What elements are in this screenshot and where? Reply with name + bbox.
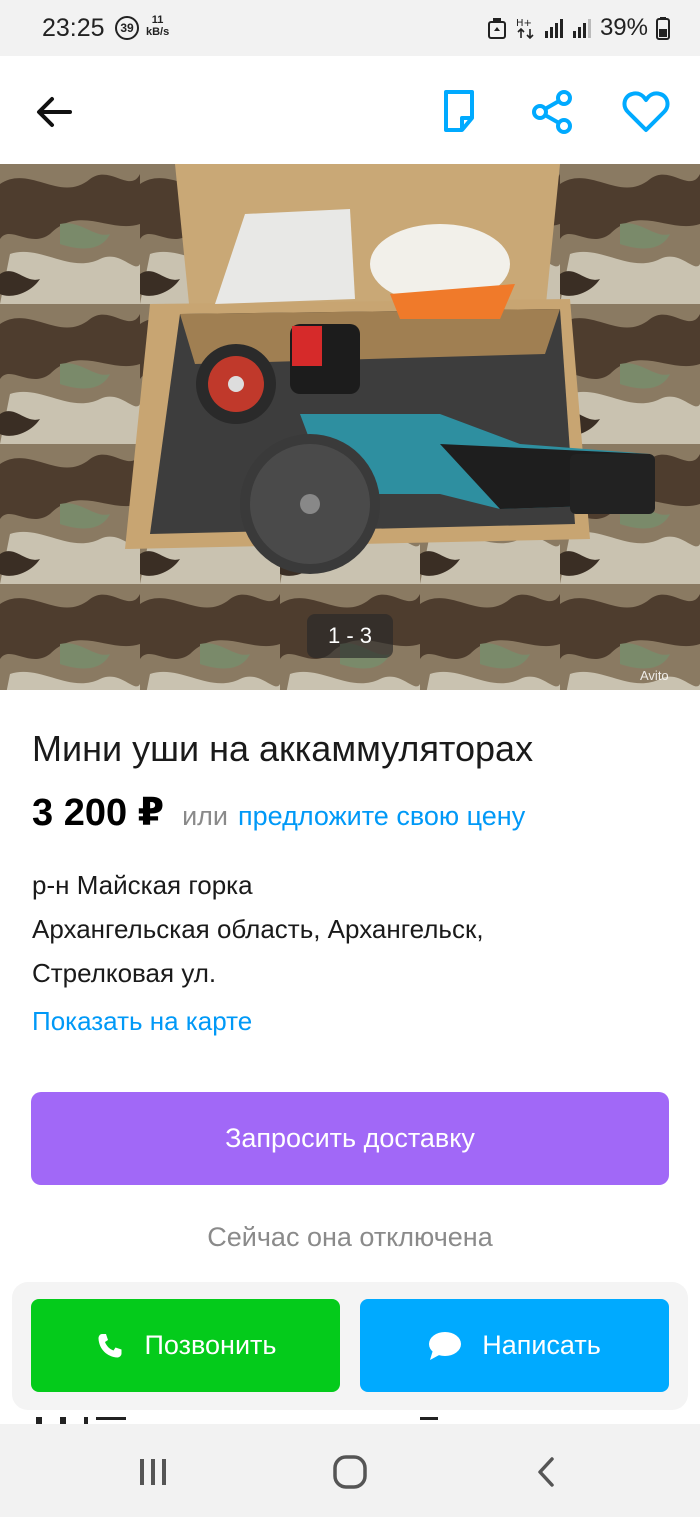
cutoff-content-edge [0, 1412, 700, 1424]
battery-percent: 39% [599, 14, 648, 41]
message-button[interactable]: Написать [360, 1299, 669, 1392]
battery-icon [656, 17, 670, 40]
heart-icon[interactable] [620, 86, 672, 138]
recycle-icon [487, 18, 506, 39]
status-time: 23:25 [42, 14, 105, 42]
home-icon[interactable] [332, 1454, 368, 1490]
listing-title: Мини уши на аккаммуляторах [32, 728, 534, 769]
back-chevron-icon[interactable] [532, 1454, 562, 1490]
offer-price-link[interactable]: предложите свою цену [238, 801, 525, 832]
district-text: р-н Майская горка [32, 870, 253, 900]
notification-count-badge: 39 [115, 16, 139, 40]
signal-icon [544, 19, 563, 38]
chat-bubble-icon [429, 1331, 462, 1360]
arrow-left-icon[interactable] [30, 88, 78, 136]
address-line-2: Стрелковая ул. [32, 958, 217, 988]
status-right-group: H+ 39% [486, 14, 670, 42]
watermark-logo: Avito [640, 668, 669, 683]
network-speed: 11 kB/s [146, 14, 169, 38]
network-speed-unit: kB/s [146, 26, 170, 38]
call-button-label: Позвонить [144, 1330, 277, 1360]
show-on-map-link[interactable]: Показать на карте [32, 1006, 252, 1037]
listing-price: 3 200 ₽ [32, 792, 165, 834]
price-or-text: или [182, 801, 229, 831]
gallery-counter: 1 - 3 [307, 614, 393, 658]
cutoff-text-glyphs [36, 1417, 438, 1424]
recent-apps-icon[interactable] [136, 1456, 170, 1488]
product-photo [0, 164, 700, 690]
system-navigation-bar [0, 1424, 700, 1517]
price-row: 3 200 ₽ или предложите свою цену [32, 790, 525, 835]
network-speed-value: 11 [151, 14, 164, 26]
signal-icon-2 [572, 19, 591, 38]
message-button-label: Написать [482, 1330, 601, 1360]
address-line-1: Архангельская область, Архангельск, [32, 914, 484, 944]
share-icon[interactable] [526, 86, 578, 138]
product-image-gallery[interactable] [0, 164, 700, 690]
status-bar: 23:25 39 11 kB/s H+ 39% [0, 0, 700, 56]
app-header [0, 56, 700, 164]
call-button[interactable]: Позвонить [31, 1299, 340, 1392]
request-delivery-button[interactable]: Запросить доставку [31, 1092, 669, 1185]
data-arrows-icon: H+ [516, 18, 534, 40]
note-icon[interactable] [434, 86, 484, 136]
delivery-disabled-note: Сейчас она отключена [207, 1222, 493, 1252]
svg-text:H+: H+ [516, 18, 532, 29]
phone-icon [98, 1333, 121, 1357]
